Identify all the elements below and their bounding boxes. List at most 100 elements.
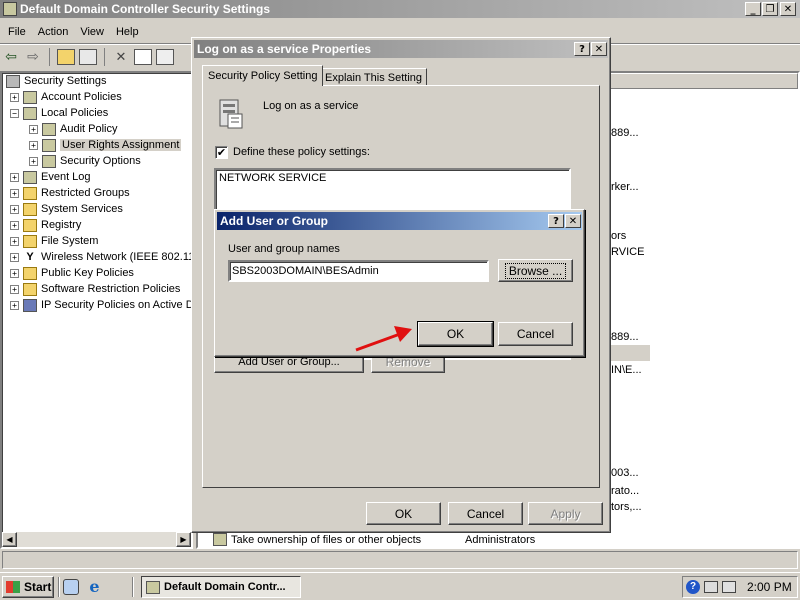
add-user-title-bar[interactable]: Add User or Group ? ✕: [217, 212, 582, 230]
export-list-icon[interactable]: [156, 49, 174, 65]
tree-item-audit-policy[interactable]: + Audit Policy: [29, 121, 117, 137]
network-tray-icon[interactable]: [704, 581, 718, 593]
button-label: OK: [394, 506, 413, 521]
button-label: Cancel: [466, 506, 505, 521]
computer-tray-icon[interactable]: [722, 581, 736, 593]
clock: 2:00 PM: [747, 580, 792, 594]
help-icon[interactable]: ?: [548, 214, 564, 228]
restore-icon[interactable]: ❐: [762, 2, 778, 16]
menu-help[interactable]: Help: [110, 22, 145, 42]
expand-icon[interactable]: +: [29, 140, 38, 150]
folder-icon: [23, 266, 37, 280]
start-button[interactable]: Start: [2, 576, 54, 598]
tree-item-security-settings[interactable]: Security Settings: [6, 73, 107, 89]
tree-item-security-options[interactable]: + Security Options: [29, 153, 141, 169]
expand-icon[interactable]: +: [10, 172, 19, 182]
tab-security-policy-setting[interactable]: Security Policy Setting: [202, 65, 324, 86]
button-label: Add User or Group...: [238, 356, 340, 368]
expand-icon[interactable]: +: [10, 236, 19, 246]
tab-label: Security Policy Setting: [208, 70, 318, 82]
tree-label: Security Options: [60, 155, 141, 167]
expand-icon[interactable]: +: [29, 156, 38, 166]
properties-icon[interactable]: [134, 49, 152, 65]
policy-folder-icon: [42, 122, 56, 136]
column-header[interactable]: [608, 73, 798, 89]
tree-item-ip-security-policies[interactable]: + IP Security Policies on Active D: [10, 297, 191, 313]
right-cell: rker...: [611, 181, 639, 193]
expand-icon[interactable]: +: [10, 204, 19, 214]
properties-title-bar[interactable]: Log on as a service Properties ? ✕: [194, 40, 608, 58]
right-cell: IN\E...: [611, 364, 642, 376]
back-icon[interactable]: ⇦: [2, 49, 20, 65]
show-tree-icon[interactable]: [79, 49, 97, 65]
folder-icon: [23, 234, 37, 248]
properties-title: Log on as a service Properties: [197, 42, 372, 56]
tree-item-registry[interactable]: + Registry: [10, 217, 81, 233]
annotation-arrow-icon: [355, 326, 412, 352]
properties-apply-button[interactable]: Apply: [528, 502, 603, 525]
show-desktop-icon[interactable]: [63, 579, 79, 595]
menu-action[interactable]: Action: [32, 22, 75, 42]
properties-ok-button[interactable]: OK: [366, 502, 441, 525]
policy-setting: Administrators: [465, 534, 536, 546]
collapse-icon[interactable]: −: [10, 108, 19, 118]
tree-item-restricted-groups[interactable]: + Restricted Groups: [10, 185, 130, 201]
help-tray-icon[interactable]: ?: [686, 580, 700, 594]
close-icon[interactable]: ✕: [780, 2, 796, 16]
tree-h-scrollbar[interactable]: ◀ ▶: [2, 532, 191, 547]
expand-icon[interactable]: +: [10, 220, 19, 230]
user-group-names-input[interactable]: SBS2003DOMAIN\BESAdmin: [228, 260, 489, 282]
tree-label: Account Policies: [41, 91, 122, 103]
define-policy-label: Define these policy settings:: [233, 146, 370, 158]
tree-item-public-key-policies[interactable]: + Public Key Policies: [10, 265, 134, 281]
delete-icon[interactable]: ✕: [112, 50, 130, 65]
policy-name: Take ownership of files or other objects: [231, 534, 422, 546]
scroll-left-icon[interactable]: ◀: [2, 532, 17, 547]
tree-label: Local Policies: [41, 107, 109, 119]
define-policy-checkbox[interactable]: ✔: [215, 146, 228, 159]
tree-item-wireless-network[interactable]: + Y Wireless Network (IEEE 802.11: [10, 249, 191, 265]
minimize-icon[interactable]: _: [745, 2, 761, 16]
expand-icon[interactable]: +: [10, 268, 19, 278]
expand-icon[interactable]: +: [10, 92, 19, 102]
taskbar-task-button[interactable]: Default Domain Contr...: [141, 576, 301, 598]
forward-icon[interactable]: ⇨: [24, 49, 42, 65]
tree-item-event-log[interactable]: + Event Log: [10, 169, 91, 185]
tree-item-user-rights-assignment[interactable]: + User Rights Assignment: [29, 137, 182, 153]
list-item[interactable]: NETWORK SERVICE: [219, 172, 326, 184]
tree-label: Restricted Groups: [41, 187, 130, 199]
tree-item-file-system[interactable]: + File System: [10, 233, 98, 249]
expand-icon[interactable]: +: [10, 188, 19, 198]
menu-view[interactable]: View: [74, 22, 110, 42]
tree-label: Security Settings: [24, 75, 107, 87]
browse-button[interactable]: Browse ...: [498, 259, 573, 282]
close-icon[interactable]: ✕: [591, 42, 607, 56]
properties-cancel-button[interactable]: Cancel: [448, 502, 523, 525]
add-user-cancel-button[interactable]: Cancel: [498, 322, 573, 346]
menu-file[interactable]: File: [2, 22, 32, 42]
tree-label: Registry: [41, 219, 82, 231]
internet-explorer-icon[interactable]: e: [86, 578, 103, 595]
tree-item-software-restriction-policies[interactable]: + Software Restriction Policies: [10, 281, 180, 297]
help-icon[interactable]: ?: [574, 42, 590, 56]
expand-icon[interactable]: +: [10, 252, 19, 262]
menu-bar: File Action View Help: [2, 22, 145, 42]
main-title-bar[interactable]: Default Domain Controller Security Setti…: [0, 0, 800, 18]
close-icon[interactable]: ✕: [565, 214, 581, 228]
expand-icon[interactable]: +: [10, 284, 19, 294]
policy-folder-icon: [23, 170, 37, 184]
tab-explain-this-setting[interactable]: Explain This Setting: [320, 68, 428, 86]
up-folder-icon[interactable]: [57, 49, 75, 65]
expand-icon[interactable]: +: [29, 124, 38, 134]
table-row[interactable]: Take ownership of files or other objects…: [198, 532, 798, 548]
tree-item-account-policies[interactable]: + Account Policies: [10, 89, 122, 105]
input-value: SBS2003DOMAIN\BESAdmin: [232, 265, 379, 277]
tree-item-system-services[interactable]: + System Services: [10, 201, 123, 217]
tree-item-local-policies[interactable]: − Local Policies: [10, 105, 108, 121]
expand-icon[interactable]: +: [10, 300, 19, 310]
add-user-ok-button[interactable]: OK: [417, 321, 494, 347]
scroll-right-icon[interactable]: ▶: [176, 532, 191, 547]
tree-label: Wireless Network (IEEE 802.11: [41, 251, 191, 263]
policy-folder-icon: [42, 154, 56, 168]
main-window-title: Default Domain Controller Security Setti…: [20, 2, 271, 16]
